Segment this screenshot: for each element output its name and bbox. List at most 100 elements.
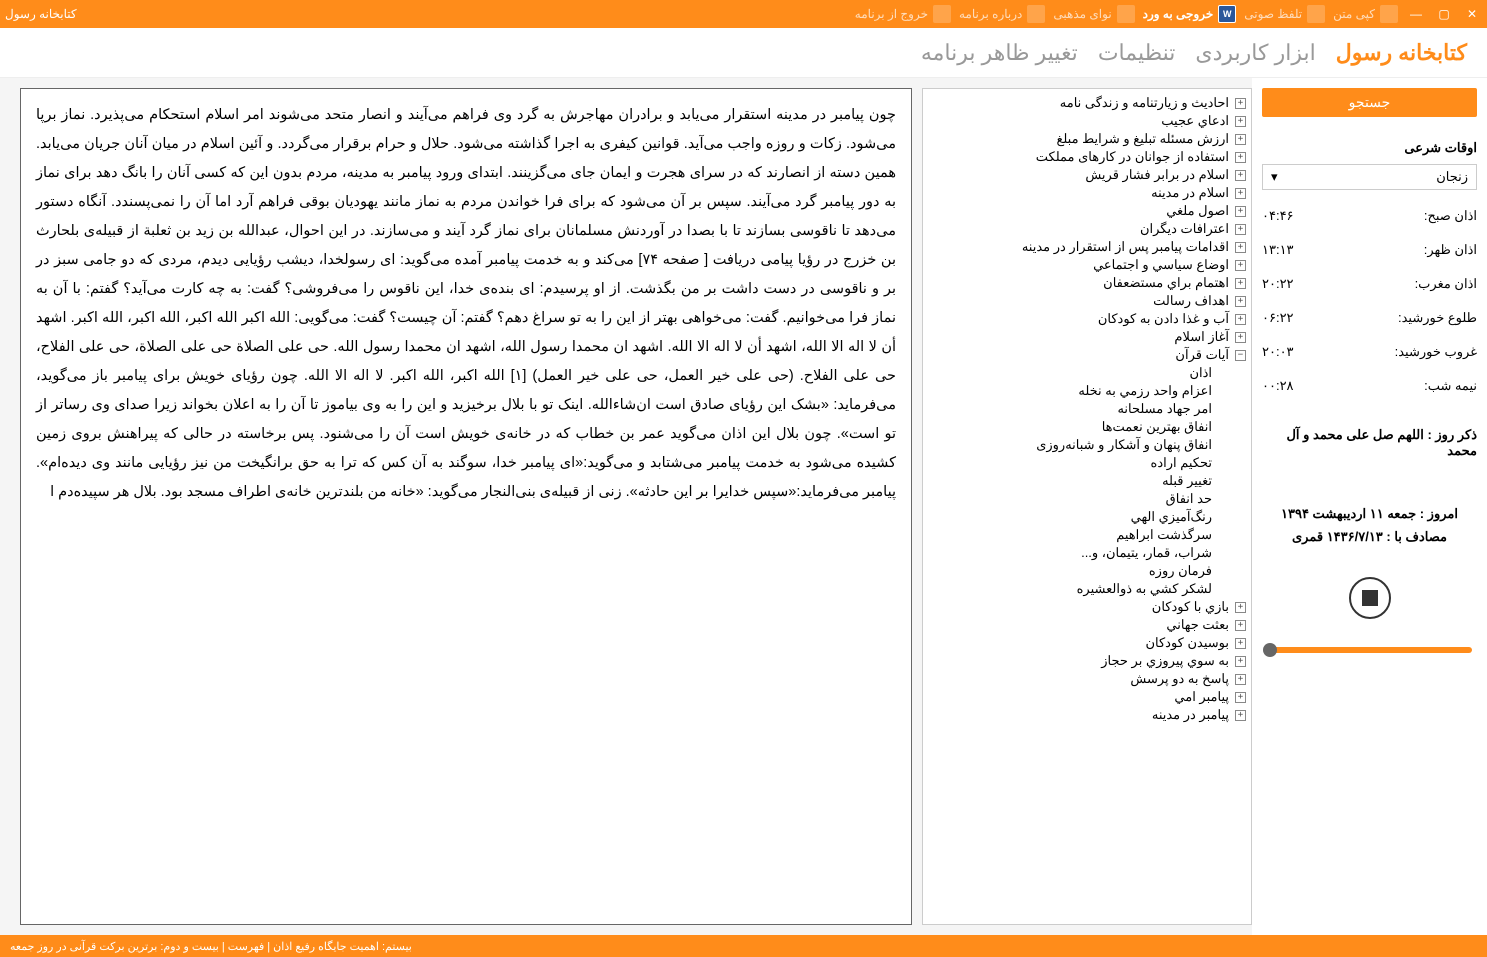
close-button[interactable]: ✕ [1462, 4, 1482, 24]
stop-button[interactable] [1349, 577, 1391, 619]
menu-settings[interactable]: تنظیمات [1098, 40, 1176, 66]
maximize-button[interactable]: ▢ [1434, 4, 1454, 24]
expand-icon[interactable]: + [1235, 134, 1246, 145]
content-text[interactable]: چون پیامبر در مدینه استقرار می‌یابد و بر… [20, 88, 912, 925]
minimize-button[interactable]: — [1406, 4, 1426, 24]
menu-brand[interactable]: کتابخانه رسول [1336, 40, 1467, 66]
prayer-times-list: اذان صبح:۰۴:۴۶ اذان ظهر:۱۳:۱۳ اذان مغرب:… [1262, 208, 1477, 394]
tree-label: اوضاع سياسي و اجتماعي [1093, 257, 1231, 273]
tree-node[interactable]: +بوسيدن کودکان [928, 634, 1246, 652]
tree-leaf[interactable]: تحکيم اراده [928, 454, 1246, 472]
collapse-icon[interactable]: − [1235, 350, 1246, 361]
expand-icon[interactable]: + [1235, 692, 1246, 703]
expand-icon[interactable]: + [1235, 152, 1246, 163]
tree-leaf[interactable]: لشکر کشي به ذوالعشيره [928, 580, 1246, 598]
expand-icon[interactable]: + [1235, 224, 1246, 235]
tree-node[interactable]: +آب و غذا دادن به کودکان [928, 310, 1246, 328]
tree-leaf[interactable]: اذان [928, 364, 1246, 382]
stop-icon [1362, 590, 1378, 606]
toolbar-exit[interactable]: خروج از برنامه [855, 5, 951, 23]
expand-icon[interactable]: + [1235, 314, 1246, 325]
audio-slider[interactable] [1267, 647, 1472, 653]
tree-label: شراب، قمار، يتيمان، و... [1081, 545, 1214, 561]
tree-node[interactable]: +اصول ملغي [928, 202, 1246, 220]
tree-node[interactable]: +احادیث و زیارتنامه و زندگی نامه [928, 94, 1246, 112]
city-dropdown[interactable]: زنجان ▾ [1262, 164, 1477, 190]
tree-node[interactable]: +بعثت جهاني [928, 616, 1246, 634]
app-title: کتابخانه رسول [5, 7, 77, 21]
tree-label: آيات قرآن [1175, 347, 1231, 363]
tree-label: امر جهاد مسلحانه [1117, 401, 1214, 417]
search-button[interactable]: جستجو [1262, 88, 1477, 117]
tree-label: اهتمام براي مستضعفان [1103, 275, 1231, 291]
tree-node[interactable]: +اسلام در برابر فشار قريش [928, 166, 1246, 184]
menu-theme[interactable]: تغییر ظاهر برنامه [921, 40, 1078, 66]
tree-node[interactable]: + اعترافات ديگران [928, 220, 1246, 238]
tree-node[interactable]: + استفاده از جوانان در کارهای مملکت [928, 148, 1246, 166]
prayer-times-title: اوقات شرعی [1262, 140, 1477, 156]
tree-leaf[interactable]: فرمان روزه [928, 562, 1246, 580]
expand-icon[interactable]: + [1235, 674, 1246, 685]
expand-icon[interactable]: + [1235, 332, 1246, 343]
tree-label: به سوي پيروزي بر حجاز [1101, 653, 1231, 669]
word-icon: W [1218, 5, 1236, 23]
tree-leaf[interactable]: رنگ‌آميزي الهي [928, 508, 1246, 526]
statusbar: بیستم: اهمیت جایگاه رفیع اذان | فهرست | … [0, 935, 1487, 957]
toolbar-audio[interactable]: تلفظ صوتی [1244, 5, 1325, 23]
tree-label: استفاده از جوانان در کارهای مملکت [1036, 149, 1231, 165]
expand-icon[interactable]: + [1235, 710, 1246, 721]
expand-icon[interactable]: + [1235, 278, 1246, 289]
tree-leaf[interactable]: شراب، قمار، يتيمان، و... [928, 544, 1246, 562]
speaker-icon [1307, 5, 1325, 23]
tree-node[interactable]: −آيات قرآن [928, 346, 1246, 364]
expand-icon[interactable]: + [1235, 620, 1246, 631]
toolbar-about[interactable]: درباره برنامه [959, 5, 1045, 23]
expand-icon[interactable]: + [1235, 206, 1246, 217]
hijri-date: مصادف با : ۱۴۳۶/۷/۱۳ قمری [1262, 525, 1477, 548]
info-icon [1027, 5, 1045, 23]
tree-leaf[interactable]: سرگذشت ابراهيم [928, 526, 1246, 544]
tree-node[interactable]: +ارزش مسئله تبلیغ و شرایط مبلغ [928, 130, 1246, 148]
tree-node[interactable]: + اوضاع سياسي و اجتماعي [928, 256, 1246, 274]
tree-node[interactable]: +اقدامات پيامبر پس از استقرار در مدينه [928, 238, 1246, 256]
main-area: جستجو اوقات شرعی زنجان ▾ اذان صبح:۰۴:۴۶ … [0, 78, 1487, 935]
tree-node[interactable]: +پيامبر امي [928, 688, 1246, 706]
tree-leaf[interactable]: انفاق پنهان و آشکار و شبانه‌روزی [928, 436, 1246, 454]
tree-node[interactable]: +پيامبر در مدينه [928, 706, 1246, 724]
tree-leaf[interactable]: اعزام واحد رزمي به نخله [928, 382, 1246, 400]
tree-node[interactable]: +اهداف رسالت [928, 292, 1246, 310]
tree-node[interactable]: + به سوي پيروزي بر حجاز [928, 652, 1246, 670]
toolbar-word-export[interactable]: Wخروجی به ورد [1143, 5, 1237, 23]
expand-icon[interactable]: + [1235, 296, 1246, 307]
tree-node[interactable]: + اهتمام براي مستضعفان [928, 274, 1246, 292]
expand-icon[interactable]: + [1235, 602, 1246, 613]
expand-icon[interactable]: + [1235, 98, 1246, 109]
slider-thumb[interactable] [1263, 643, 1277, 657]
tree-leaf[interactable]: امر جهاد مسلحانه [928, 400, 1246, 418]
time-row: اذان ظهر:۱۳:۱۳ [1262, 242, 1477, 258]
time-row: غروب خورشید:۲۰:۰۳ [1262, 344, 1477, 360]
menu-tools[interactable]: ابزار کاربردی [1195, 40, 1315, 66]
toolbar-religious-sound[interactable]: نوای مذهبی [1053, 5, 1134, 23]
tree-leaf[interactable]: تغيير قبله [928, 472, 1246, 490]
tree-label: لشکر کشي به ذوالعشيره [1077, 581, 1214, 597]
expand-icon[interactable]: + [1235, 188, 1246, 199]
tree-node[interactable]: +ادعاي عجيب [928, 112, 1246, 130]
expand-icon[interactable]: + [1235, 260, 1246, 271]
tree-leaf[interactable]: حد انفاق [928, 490, 1246, 508]
copy-icon [1380, 5, 1398, 23]
tree-node[interactable]: +بازي با کودکان [928, 598, 1246, 616]
tree-node[interactable]: +اسلام در مدينه [928, 184, 1246, 202]
tree-node[interactable]: +پاسخ به دو پرسش [928, 670, 1246, 688]
tree-label: اعترافات ديگران [1140, 221, 1231, 237]
tree-leaf[interactable]: انفاق بهترین نعمت‌ها [928, 418, 1246, 436]
expand-icon[interactable]: + [1235, 242, 1246, 253]
expand-icon[interactable]: + [1235, 638, 1246, 649]
expand-icon[interactable]: + [1235, 170, 1246, 181]
expand-icon[interactable]: + [1235, 116, 1246, 127]
tree-node[interactable]: +آغاز اسلام [928, 328, 1246, 346]
toolbar-copy[interactable]: کپی متن [1333, 5, 1398, 23]
expand-icon[interactable]: + [1235, 656, 1246, 667]
content-area: چون پیامبر در مدینه استقرار می‌یابد و بر… [20, 88, 912, 925]
titlebar: ✕ ▢ — کپی متن تلفظ صوتی Wخروجی به ورد نو… [0, 0, 1487, 28]
